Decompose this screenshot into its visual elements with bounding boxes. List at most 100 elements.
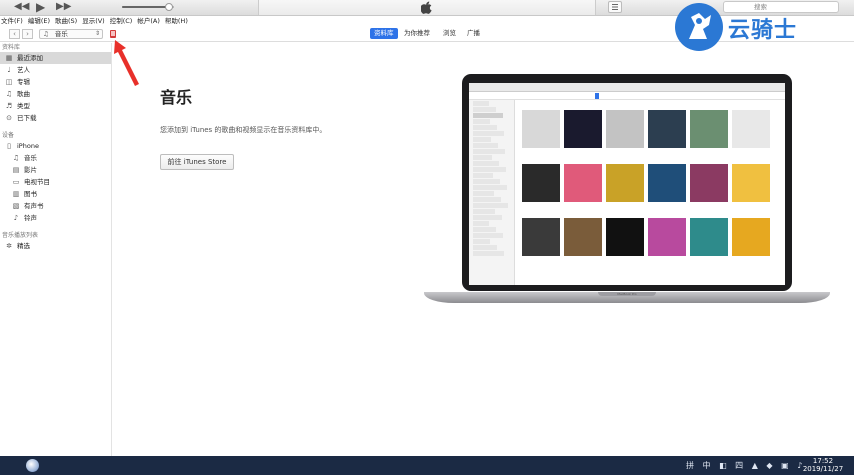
volume-slider[interactable] [122,3,174,11]
start-button[interactable] [26,459,39,472]
sidebar-item-label: iPhone [17,142,39,150]
media-type-label: 音乐 [54,30,68,38]
album-cover [606,110,644,148]
menu-view[interactable]: 显示(V) [82,16,110,26]
back-button[interactable]: ‹ [9,29,20,39]
album-cover [690,110,728,148]
sidebar-item-label: 图书 [24,190,37,198]
sidebar-item-iphone[interactable]: ▯ iPhone [0,140,111,152]
screen-sidebar-line [473,161,499,166]
page-description: 您添加到 iTunes 的歌曲和视频显示在音乐资料库中。 [160,126,327,134]
sidebar-item-note[interactable]: ♫ 歌曲 [0,88,111,100]
screen-tab-active [595,93,599,99]
album-cover [732,218,770,256]
sidebar-item-label: 铃声 [24,214,37,222]
screen-player-bar [469,83,785,92]
windows-taskbar: 拼 中 ◧ 四 ▲ ◆ ▣ ♪ 17:52 2019/11/27 [0,456,854,475]
sidebar-item-bell[interactable]: ♪ 铃声 [0,212,111,224]
album-cover [564,110,602,148]
sidebar-item-audiobook[interactable]: ▧ 有声书 [0,200,111,212]
up-next-button[interactable] [608,1,622,13]
screen-sidebar-line [473,227,496,232]
download-icon: ⊙ [6,114,12,122]
sidebar-item-album[interactable]: ◫ 专辑 [0,76,111,88]
album-cover [606,218,644,256]
menu-edit[interactable]: 编辑(E) [28,16,55,26]
sidebar-item-label: 精选 [17,242,30,250]
menu-controls[interactable]: 控制(C) [110,16,138,26]
screen-sidebar-line [473,131,504,136]
menu-account[interactable]: 帐户(A) [137,16,165,26]
go-to-itunes-store-button[interactable]: 前往 iTunes Store [160,154,234,170]
clock-date: 2019/11/27 [802,465,844,473]
album-cover [732,164,770,202]
system-tray-icons[interactable]: 拼 中 ◧ 四 ▲ ◆ ▣ ♪ [686,460,805,471]
apple-logo-icon [421,1,432,14]
sidebar-item-grid[interactable]: ▦ 最近添加 [0,52,111,64]
sidebar-item-label: 音乐 [24,154,37,162]
watermark-logo-icon [675,3,723,51]
tab-radio[interactable]: 广播 [463,28,484,39]
sidebar-item-genre[interactable]: ♬ 类型 [0,100,111,112]
sidebar-item-microphone[interactable]: ♩ 艺人 [0,64,111,76]
note-icon: ♫ [12,154,20,162]
album-grid [522,110,770,256]
sidebar-item-label: 专辑 [17,78,30,86]
play-icon[interactable]: ▶ [36,0,45,14]
page-title: 音乐 [160,88,193,107]
screen-sidebar-line [473,245,497,250]
knight-icon [689,13,711,39]
sidebar-item-book[interactable]: ▥ 图书 [0,188,111,200]
sidebar-item-label: 已下载 [17,114,37,122]
screen-sidebar-line [473,149,505,154]
menu-song[interactable]: 歌曲(S) [55,16,82,26]
fast-forward-icon[interactable]: ▶▶ [56,0,71,14]
microphone-icon: ♩ [7,66,11,74]
sidebar-item-note[interactable]: ♫ 音乐 [0,152,111,164]
sidebar-item-gear[interactable]: ✲ 精选 [0,240,111,252]
screen-sidebar-line [473,137,491,142]
volume-knob[interactable] [164,3,173,11]
sidebar-item-label: 有声书 [24,202,44,210]
screen-sidebar-line [473,113,503,118]
media-type-select[interactable]: ♫ 音乐 ⇕ [39,29,103,39]
screen-sidebar-line [473,101,489,106]
tab-library[interactable]: 资料库 [370,28,398,39]
book-icon: ▥ [12,190,20,198]
audiobook-icon: ▧ [12,202,20,210]
sidebar-item-label: 电视节目 [24,178,50,186]
forward-button[interactable]: › [22,29,33,39]
watermark-text: 云骑士 [728,18,798,43]
taskbar-clock[interactable]: 17:52 2019/11/27 [798,457,848,473]
tab-for-you[interactable]: 为你推荐 [400,28,434,39]
album-cover [690,164,728,202]
red-arrow-annotation [114,40,139,86]
macbook-screen [469,83,785,285]
screen-sidebar-line [473,185,507,190]
screen-sidebar-line [473,179,500,184]
rewind-icon[interactable]: ◀◀ [14,0,29,14]
screen-sidebar-line [473,155,492,160]
tab-browse[interactable]: 浏览 [439,28,460,39]
album-cover [648,164,686,202]
devices-header: 设备 [2,132,15,139]
album-cover [732,110,770,148]
album-cover [522,164,560,202]
sidebar-item-tv[interactable]: ▭ 电视节目 [0,176,111,188]
screen-sidebar [469,100,515,285]
menu-help[interactable]: 帮助(H) [165,16,193,26]
screen-sidebar-line [473,125,497,130]
sidebar-item-film[interactable]: ▤ 影片 [0,164,111,176]
iphone-device-icon[interactable] [110,30,116,38]
screen-sidebar-line [473,233,503,238]
menu-file[interactable]: 文件(F) [1,16,28,26]
sidebar-item-download[interactable]: ⊙ 已下载 [0,112,111,124]
sidebar: 资料库 ▦ 最近添加 ♩ 艺人 ◫ 专辑 ♫ 歌曲 ♬ 类型 ⊙ 已下载 设备 ▯ iPhone ♫ 音… [0,43,112,456]
screen-sidebar-line [473,203,508,208]
album-cover [648,218,686,256]
sidebar-item-label: 类型 [17,102,30,110]
screen-sidebar-line [473,143,498,148]
screen-sidebar-line [473,221,489,226]
screen-sidebar-line [473,197,501,202]
screen-sidebar-line [473,251,504,256]
